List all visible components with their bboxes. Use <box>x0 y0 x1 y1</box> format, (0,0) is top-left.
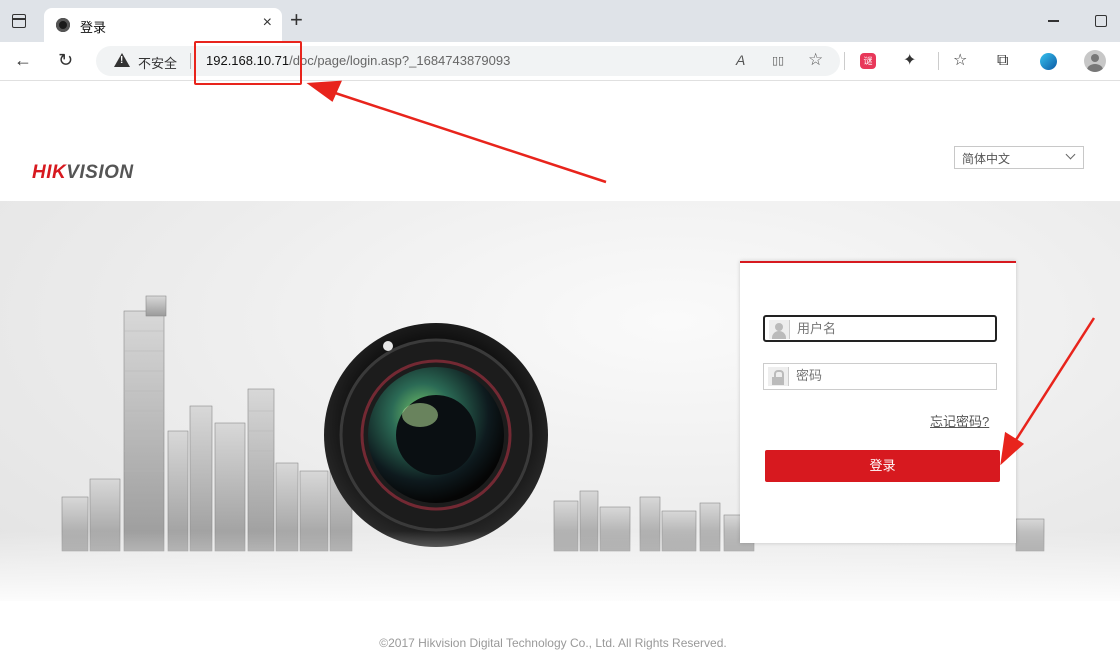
login-button[interactable]: 登录 <box>765 450 1000 482</box>
user-icon <box>769 320 790 339</box>
tab-close-icon[interactable]: × <box>263 14 272 32</box>
new-tab-button[interactable]: + <box>290 9 303 31</box>
url-arrow <box>325 88 607 184</box>
lock-icon <box>768 367 789 386</box>
hikvision-logo: HIKVISION <box>32 162 134 184</box>
back-icon[interactable]: ← <box>14 50 32 70</box>
language-select[interactable]: 简体中文 <box>954 146 1084 169</box>
language-value: 简体中文 <box>962 152 1011 166</box>
browser-toolbar: ← ↻ 不安全 192.168.10.71/doc/page/login.asp… <box>0 42 1120 81</box>
chevron-down-icon <box>1065 149 1076 160</box>
password-field[interactable] <box>763 363 997 390</box>
url-highlight-box <box>194 41 302 85</box>
collections-icon[interactable]: ⧉ <box>997 51 1008 71</box>
logo-hik: HIK <box>32 162 67 183</box>
read-aloud-icon[interactable]: A <box>736 52 745 68</box>
password-input[interactable] <box>796 368 986 383</box>
warning-icon[interactable] <box>114 53 130 67</box>
forgot-password-link[interactable]: 忘记密码? <box>930 411 989 430</box>
url-path: /doc/page/login.asp?_1684743879093 <box>289 53 511 68</box>
toolbar-divider <box>844 52 845 70</box>
username-input[interactable] <box>797 321 987 336</box>
favorite-add-icon[interactable]: ☆ <box>808 50 823 70</box>
logo-vision: VISION <box>66 162 134 183</box>
edge-icon[interactable] <box>1040 53 1057 70</box>
address-divider <box>190 53 191 69</box>
profile-icon[interactable] <box>1084 50 1106 72</box>
security-status[interactable]: 不安全 <box>138 53 177 72</box>
url-arrow-head <box>306 80 342 102</box>
browser-tab[interactable]: 登录 × <box>44 8 282 42</box>
tab-bar: 登录 × + <box>0 0 1120 42</box>
toolbar-divider <box>938 52 939 70</box>
minimize-button[interactable] <box>1048 20 1059 22</box>
extension-icon[interactable]: 谜 <box>860 53 876 69</box>
username-field[interactable] <box>763 315 997 342</box>
favorites-icon[interactable]: ☆ <box>953 51 967 71</box>
camera-lens <box>324 323 548 547</box>
split-screen-icon[interactable]: ▯▯ <box>772 54 784 67</box>
favicon-icon <box>56 18 70 32</box>
window-icon[interactable] <box>12 14 26 28</box>
copyright-footer: ©2017 Hikvision Digital Technology Co., … <box>379 636 727 650</box>
maximize-button[interactable] <box>1095 15 1107 27</box>
login-panel: 忘记密码? 登录 <box>740 261 1016 543</box>
extensions-icon[interactable]: ✦ <box>903 51 916 71</box>
tab-title: 登录 <box>80 20 107 35</box>
reload-icon[interactable]: ↻ <box>58 50 73 70</box>
